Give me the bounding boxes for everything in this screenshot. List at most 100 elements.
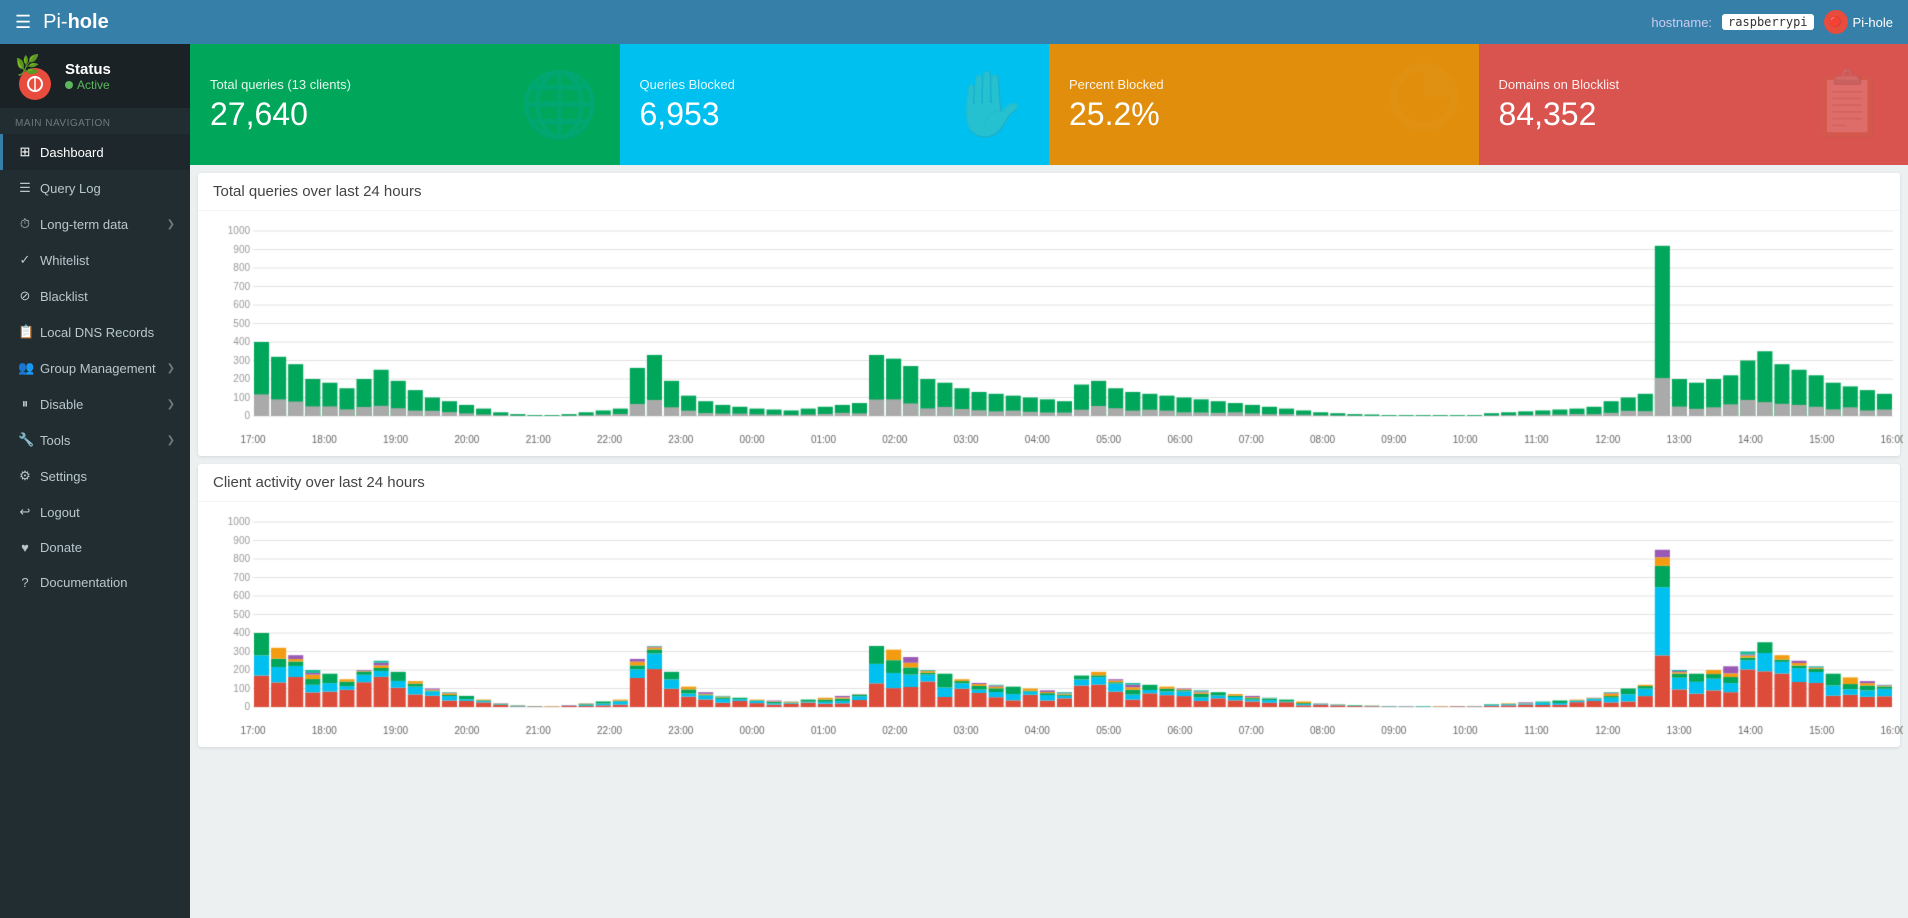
sidebar-item-dashboard-left: ⊞ Dashboard bbox=[18, 144, 104, 160]
sidebar: 🌿 Status Active MAIN NAVIGATION ⊞ bbox=[0, 44, 190, 918]
settings-icon: ⚙ bbox=[18, 468, 32, 484]
sidebar-item-query-log-label: Query Log bbox=[40, 181, 101, 196]
sidebar-item-dis-left: ⏸ Disable bbox=[18, 396, 83, 412]
sidebar-item-group-mgmt[interactable]: 👥 Group Management ❯ bbox=[0, 350, 190, 386]
stat-blocklist-value: 84,352 bbox=[1499, 96, 1620, 133]
stats-row: Total queries (13 clients) 27,640 🌐 Quer… bbox=[190, 44, 1908, 165]
tools-icon: 🔧 bbox=[18, 432, 32, 448]
pihole-badge: 🔴 Pi-hole bbox=[1824, 10, 1893, 34]
stat-blocked-text: Queries Blocked 6,953 bbox=[640, 77, 735, 133]
stat-card-percent: Percent Blocked 25.2% bbox=[1049, 44, 1479, 165]
group-mgmt-icon: 👥 bbox=[18, 360, 32, 376]
sidebar-item-dns-left: 📋 Local DNS Records bbox=[18, 324, 154, 340]
sidebar-item-dashboard[interactable]: ⊞ Dashboard bbox=[0, 134, 190, 170]
stat-card-total-queries: Total queries (13 clients) 27,640 🌐 bbox=[190, 44, 620, 165]
stat-blocked-value: 6,953 bbox=[640, 96, 735, 133]
long-term-icon: ⏱ bbox=[18, 216, 32, 232]
sidebar-item-local-dns-label: Local DNS Records bbox=[40, 325, 154, 340]
sidebar-item-query-log[interactable]: ☰ Query Log bbox=[0, 170, 190, 206]
sidebar-item-tools[interactable]: 🔧 Tools ❯ bbox=[0, 422, 190, 458]
hostname-value: raspberrypi bbox=[1722, 14, 1813, 30]
queries-canvas bbox=[213, 221, 1903, 451]
sidebar-brand-name: Status bbox=[65, 61, 111, 78]
sidebar-item-bl-left: ⊘ Blacklist bbox=[18, 288, 88, 304]
disable-icon: ⏸ bbox=[18, 396, 32, 412]
app-body: 🌿 Status Active MAIN NAVIGATION ⊞ bbox=[0, 44, 1908, 918]
queries-chart-title: Total queries over last 24 hours bbox=[198, 173, 1900, 211]
sidebar-item-dashboard-label: Dashboard bbox=[40, 145, 104, 160]
sidebar-item-whitelist-label: Whitelist bbox=[40, 253, 89, 268]
stat-total-text: Total queries (13 clients) 27,640 bbox=[210, 77, 351, 133]
pihole-logo: 🌿 bbox=[15, 56, 55, 96]
sidebar-item-blacklist-label: Blacklist bbox=[40, 289, 88, 304]
top-navbar: ☰ Pi-hole hostname: raspberrypi 🔴 Pi-hol… bbox=[0, 0, 1908, 44]
clients-chart-area bbox=[198, 502, 1900, 747]
sidebar-item-settings[interactable]: ⚙ Settings bbox=[0, 458, 190, 494]
stat-percent-label: Percent Blocked bbox=[1069, 77, 1164, 92]
docs-icon: ? bbox=[18, 575, 32, 590]
nav-left: ☰ Pi-hole bbox=[15, 11, 109, 34]
hand-icon: ✋ bbox=[949, 67, 1029, 142]
clients-canvas bbox=[213, 512, 1903, 742]
pihole-name: Pi-hole bbox=[1853, 15, 1893, 30]
sidebar-item-logout-left: ↩ Logout bbox=[18, 504, 80, 520]
sidebar-brand-text: Status Active bbox=[65, 61, 111, 92]
sidebar-item-donate[interactable]: ♥ Donate bbox=[0, 530, 190, 565]
sidebar-item-ltd-left: ⏱ Long-term data bbox=[18, 216, 128, 232]
status-dot bbox=[65, 81, 73, 89]
sidebar-item-query-log-left: ☰ Query Log bbox=[18, 180, 101, 196]
status-text: Active bbox=[77, 78, 110, 92]
stat-blocklist-text: Domains on Blocklist 84,352 bbox=[1499, 77, 1620, 133]
stat-total-label: Total queries (13 clients) bbox=[210, 77, 351, 92]
sidebar-item-settings-label: Settings bbox=[40, 469, 87, 484]
pihole-icon: 🔴 bbox=[1824, 10, 1848, 34]
sidebar-item-wl-left: ✓ Whitelist bbox=[18, 252, 89, 268]
pihole-svg bbox=[26, 75, 44, 93]
pie-icon bbox=[1389, 62, 1459, 147]
sidebar-brand: 🌿 Status Active bbox=[0, 44, 190, 108]
sidebar-item-grp-left: 👥 Group Management bbox=[18, 360, 156, 376]
chevron-disable-icon: ❯ bbox=[167, 399, 175, 410]
sidebar-item-tools-left: 🔧 Tools bbox=[18, 432, 70, 448]
sidebar-item-donate-left: ♥ Donate bbox=[18, 540, 82, 555]
sidebar-item-group-mgmt-label: Group Management bbox=[40, 361, 156, 376]
logout-icon: ↩ bbox=[18, 504, 32, 520]
sidebar-item-documentation[interactable]: ? Documentation bbox=[0, 565, 190, 600]
globe-icon: 🌐 bbox=[520, 67, 600, 142]
sidebar-brand-status: Active bbox=[65, 78, 111, 92]
chevron-group-icon: ❯ bbox=[167, 363, 175, 374]
query-log-icon: ☰ bbox=[18, 180, 32, 196]
blacklist-icon: ⊘ bbox=[18, 288, 32, 304]
sidebar-item-tools-label: Tools bbox=[40, 433, 70, 448]
leaf-icon: 🌿 bbox=[15, 56, 55, 76]
sidebar-item-logout-label: Logout bbox=[40, 505, 80, 520]
clients-chart-title: Client activity over last 24 hours bbox=[198, 464, 1900, 502]
sidebar-item-disable-label: Disable bbox=[40, 397, 83, 412]
brand-hole: hole bbox=[68, 11, 109, 33]
stat-percent-text: Percent Blocked 25.2% bbox=[1069, 77, 1164, 133]
chevron-icon: ❯ bbox=[167, 219, 175, 230]
sidebar-item-logout[interactable]: ↩ Logout bbox=[0, 494, 190, 530]
sidebar-item-blacklist[interactable]: ⊘ Blacklist bbox=[0, 278, 190, 314]
list-icon: 📋 bbox=[1808, 67, 1888, 142]
sidebar-item-long-term-data[interactable]: ⏱ Long-term data ❯ bbox=[0, 206, 190, 242]
dashboard-icon: ⊞ bbox=[18, 144, 32, 160]
queries-chart-area bbox=[198, 211, 1900, 456]
sidebar-item-local-dns[interactable]: 📋 Local DNS Records bbox=[0, 314, 190, 350]
chevron-tools-icon: ❯ bbox=[167, 435, 175, 446]
hamburger-menu[interactable]: ☰ bbox=[15, 12, 31, 33]
sidebar-item-disable[interactable]: ⏸ Disable ❯ bbox=[0, 386, 190, 422]
main-content: Total queries (13 clients) 27,640 🌐 Quer… bbox=[190, 44, 1908, 918]
stat-total-value: 27,640 bbox=[210, 96, 351, 133]
whitelist-icon: ✓ bbox=[18, 252, 32, 268]
local-dns-icon: 📋 bbox=[18, 324, 32, 340]
stat-blocked-label: Queries Blocked bbox=[640, 77, 735, 92]
nav-section-label: MAIN NAVIGATION bbox=[0, 108, 190, 134]
stat-card-blocklist: Domains on Blocklist 84,352 📋 bbox=[1479, 44, 1908, 165]
sidebar-item-whitelist[interactable]: ✓ Whitelist bbox=[0, 242, 190, 278]
clients-chart-container: Client activity over last 24 hours bbox=[198, 464, 1900, 747]
hostname-label: hostname: bbox=[1651, 15, 1712, 30]
stat-blocklist-label: Domains on Blocklist bbox=[1499, 77, 1620, 92]
sidebar-item-ltd-label: Long-term data bbox=[40, 217, 128, 232]
queries-chart-container: Total queries over last 24 hours bbox=[198, 173, 1900, 456]
